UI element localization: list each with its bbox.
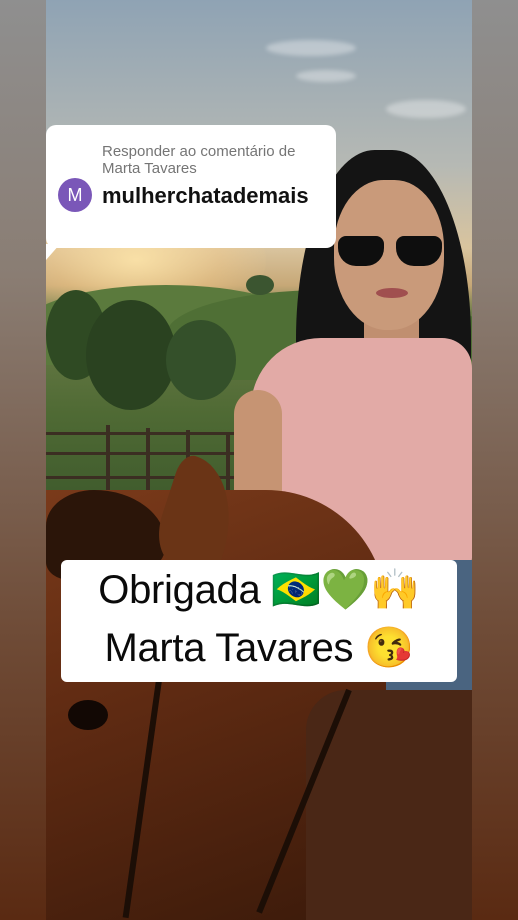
fence-post (226, 432, 230, 492)
horse-eye (68, 700, 108, 730)
woman-lips (376, 288, 408, 298)
reply-username[interactable]: mulherchatademais (102, 183, 324, 209)
caption-line-2: Marta Tavares 😘 (104, 626, 414, 670)
reply-heading: Responder ao comentário de Marta Tavares (102, 143, 296, 177)
reply-card-tail (46, 244, 60, 260)
cloud (386, 100, 466, 118)
tree (246, 275, 274, 295)
sunglasses-left (338, 236, 384, 266)
fence-post (106, 425, 110, 495)
tree (86, 300, 176, 410)
fence-post (146, 428, 150, 496)
avatar[interactable]: M (58, 178, 92, 212)
sunglasses-right (396, 236, 442, 266)
tree (166, 320, 236, 400)
cloud (266, 40, 356, 56)
caption-line-1: Obrigada 🇧🇷💚🙌 (98, 568, 420, 612)
cloud (296, 70, 356, 82)
